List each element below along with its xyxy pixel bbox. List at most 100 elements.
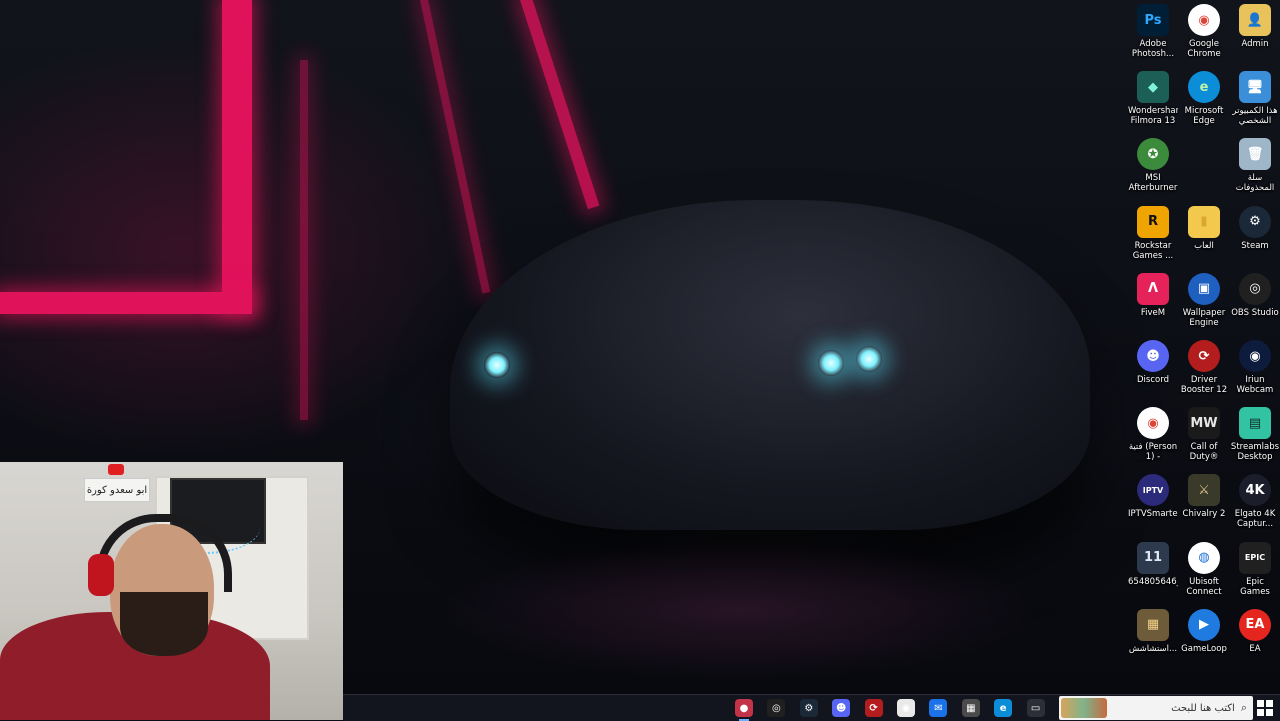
ubisoft-icon: ◍ — [1188, 541, 1220, 574]
desktop-shortcut[interactable]: 4K Elgato 4K Captur... — [1230, 474, 1280, 529]
wallpaper-neon-stripe — [300, 60, 308, 420]
taskbar-app-steam[interactable]: ⚙ — [799, 699, 818, 717]
desktop-shortcut-label: EA — [1249, 643, 1261, 654]
taskbar: ● ◎ ⚙ ☻ ⟳ ◉ ✉ ▦ e ▭ اكتب هنا للبحث ⌕ — [343, 694, 1280, 721]
desktop-shortcut-label: Driver Booster 12 — [1180, 375, 1228, 395]
rockstar-icon: R — [1137, 205, 1169, 238]
steam-icon: ⚙ — [1239, 205, 1271, 238]
taskbar-app-edge[interactable]: e — [994, 699, 1013, 717]
desktop-shortcut[interactable]: 🗑 سلة المحذوفات — [1230, 138, 1280, 193]
desktop-shortcut[interactable]: ⚙ Steam — [1230, 205, 1280, 251]
desktop-shortcut-label: Epic Games Launcher — [1240, 576, 1270, 597]
desktop-shortcut-label: Elgato 4K Captur... — [1234, 509, 1276, 530]
taskbar-app-media[interactable]: ● — [735, 699, 753, 721]
desktop-shortcut[interactable]: ▤ Streamlabs Desktop — [1230, 407, 1280, 462]
desktop-shortcut[interactable]: ✪ MSI Afterburner — [1128, 138, 1178, 193]
desktop-shortcut-label: Streamlabs Desktop — [1230, 442, 1280, 463]
desktop-shortcut-label: Iriun Webcam — [1236, 375, 1274, 395]
ea-icon: EA — [1239, 608, 1271, 641]
desktop-shortcut-label: Admin — [1241, 39, 1269, 49]
desktop-shortcut[interactable]: EPICEpic Games Launcher — [1230, 541, 1280, 597]
wallpaper-headlight — [818, 350, 844, 376]
webcam-wall-sign: ابو سعدو كورة — [84, 478, 150, 502]
wallpaper-headlight — [484, 352, 510, 378]
streamlabs-icon: ▤ — [1239, 407, 1271, 440]
wallpaper-neon-stripe — [0, 292, 252, 314]
desktop-shortcut-label: Adobe Photosh... — [1131, 39, 1175, 59]
desktop-shortcut[interactable]: MW Call of Duty® — [1179, 407, 1229, 462]
taskbar-app-mail[interactable]: ✉ — [929, 699, 948, 717]
user-folder-icon: 👤 — [1239, 4, 1271, 36]
image-file-icon: 11 — [1137, 541, 1169, 574]
desktop-shortcut[interactable]: ▣ Wallpaper Engine — [1179, 272, 1229, 328]
taskbar-app-driver-booster[interactable]: ⟳ — [864, 699, 883, 717]
desktop-shortcut[interactable]: ◉ Iriun Webcam — [1230, 340, 1280, 395]
filmora-icon: ◆ — [1137, 71, 1169, 104]
desktop-shortcut-label: العاب — [1194, 240, 1214, 251]
desktop-shortcut[interactable]: e Microsoft Edge — [1179, 71, 1229, 126]
desktop-shortcut-label: 654805646_... — [1128, 576, 1178, 587]
desktop-shortcut[interactable]: Λ FiveM — [1128, 272, 1178, 318]
taskbar-app-task-view[interactable]: ▭ — [1026, 699, 1045, 717]
gameloop-icon: ▶ — [1188, 608, 1220, 641]
desktop-shortcut[interactable]: ◉ Google Chrome — [1179, 4, 1229, 59]
msi-afterburner-icon: ✪ — [1137, 138, 1169, 171]
fivem-icon: Λ — [1137, 272, 1169, 305]
desktop-shortcut[interactable]: ◎ OBS Studio — [1230, 272, 1280, 318]
wallpaper-neon-stripe — [222, 0, 252, 312]
folder-icon: ▮ — [1188, 205, 1220, 238]
wallpaper-engine-icon: ▣ — [1188, 272, 1220, 305]
desktop-shortcut-label: Call of Duty® — [1189, 442, 1219, 463]
desktop-shortcut-label: Wallpaper Engine — [1182, 307, 1226, 328]
desktop-shortcut[interactable]: 👤 Admin — [1230, 4, 1280, 49]
iptv-smarters-icon: IPTV — [1137, 474, 1169, 507]
desktop-shortcut-label: Ubisoft Connect — [1186, 576, 1222, 597]
youtube-logo-icon — [108, 464, 124, 475]
desktop-shortcut[interactable]: Ps Adobe Photosh... — [1128, 4, 1178, 59]
desktop-shortcut[interactable]: ◆Wondershare Filmora 13 — [1128, 71, 1178, 126]
desktop-shortcut[interactable]: ▶ GameLoop — [1179, 608, 1229, 654]
desktop-shortcut-label: Google Chrome — [1187, 39, 1221, 59]
chivalry-icon: ⚔ — [1188, 474, 1220, 507]
desktop-shortcut[interactable]: ▦ استشاشش... — [1128, 608, 1178, 654]
desktop-shortcut[interactable]: IPTV IPTVSmarte... — [1128, 474, 1178, 519]
desktop-shortcut[interactable]: ⚔ Chivalry 2 — [1179, 474, 1229, 519]
desktop-shortcut[interactable]: R Rockstar Games ... — [1128, 205, 1178, 261]
desktop-shortcut-label: فتية (Person 1) - Chrome — [1128, 442, 1178, 463]
taskbar-app-obs[interactable]: ◎ — [767, 699, 786, 717]
desktop-shortcut-label: هذا الكمبيوتر الشخصي — [1232, 106, 1278, 127]
desktop-shortcut-label: Rockstar Games ... — [1132, 240, 1174, 261]
desktop-shortcut-label: GameLoop — [1181, 643, 1227, 654]
desktop-shortcut-label: Microsoft Edge — [1184, 106, 1224, 127]
driver-booster-icon: ⟳ — [1188, 340, 1220, 372]
taskbar-app-discord[interactable]: ☻ — [832, 699, 851, 717]
recycle-bin-icon: 🗑 — [1239, 138, 1271, 171]
taskbar-app-store[interactable]: ▦ — [961, 699, 980, 717]
windows-start-button[interactable] — [1257, 700, 1273, 716]
taskbar-search-box[interactable]: اكتب هنا للبحث ⌕ — [1059, 696, 1253, 720]
call-of-duty-icon: MW — [1188, 407, 1220, 440]
iriun-webcam-icon: ◉ — [1239, 340, 1271, 372]
webcam-person-beard — [120, 592, 208, 656]
discord-icon: ☻ — [1137, 340, 1169, 372]
chrome-profile-icon: ◉ — [1137, 407, 1169, 440]
search-placeholder: اكتب هنا للبحث — [1171, 702, 1235, 714]
desktop-shortcut-label: سلة المحذوفات — [1235, 173, 1275, 194]
taskbar-app-chrome[interactable]: ◉ — [897, 699, 915, 717]
photoshop-icon: Ps — [1137, 4, 1169, 36]
desktop-shortcut[interactable]: ◉فتية (Person 1) - Chrome — [1128, 407, 1178, 462]
wallpaper-neon-stripe — [420, 0, 491, 294]
desktop-shortcut[interactable]: ▮ العاب — [1179, 205, 1229, 251]
desktop-shortcut[interactable]: ◍ Ubisoft Connect — [1179, 541, 1229, 597]
desktop-shortcut[interactable]: ☻ Discord — [1128, 340, 1178, 385]
desktop-shortcut-label: IPTVSmarte... — [1128, 509, 1178, 520]
wallpaper-reflection — [440, 540, 1040, 680]
desktop-icon-grid: Ps Adobe Photosh... ◉ Google Chrome 👤 Admin ◆ W… — [1128, 4, 1280, 670]
desktop-shortcut-label: Discord — [1137, 375, 1169, 385]
desktop-shortcut[interactable]: 🖥 هذا الكمبيوتر الشخصي — [1230, 71, 1280, 126]
desktop-shortcut-label: OBS Studio — [1231, 307, 1279, 318]
desktop-shortcut-label: استشاشش... — [1128, 643, 1178, 654]
desktop-shortcut[interactable]: ⟳ Driver Booster 12 — [1179, 340, 1229, 395]
desktop-shortcut[interactable]: EA EA — [1230, 608, 1280, 654]
desktop-shortcut[interactable]: 11 654805646_... — [1128, 541, 1178, 587]
